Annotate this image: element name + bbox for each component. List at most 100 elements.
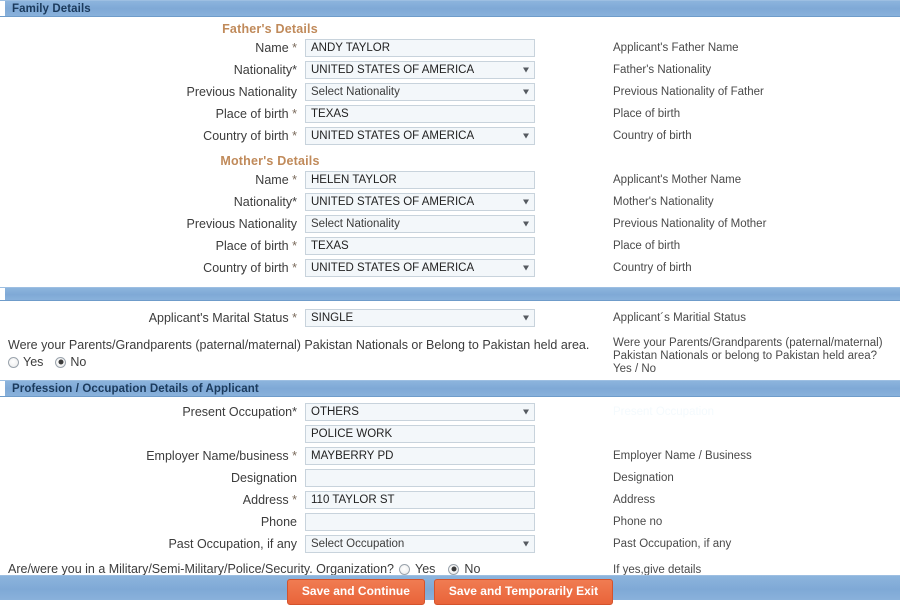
radio-group-pakistan-nationals: Yes No [8,354,600,370]
input-employer-name[interactable]: MAYBERRY PD [305,447,535,465]
radio-label-military-yes[interactable]: Yes [415,562,435,576]
section-header-family-details: Family Details [0,0,900,17]
radio-pakistan-yes[interactable] [8,356,19,368]
chevron-down-icon [523,199,529,205]
form-row-father-previous-nationality: Previous Nationality Select Nationality … [0,83,900,105]
label-mother-nationality: Nationality* [233,195,297,209]
hint-marital-status: Applicant´s Maritial Status [613,312,746,324]
radio-label-military-no[interactable]: No [464,562,480,576]
input-mother-place-of-birth[interactable]: TEXAS [305,237,535,255]
save-and-temporarily-exit-button[interactable]: Save and Temporarily Exit [433,579,614,605]
select-father-nationality[interactable]: UNITED STATES OF AMERICA [305,61,535,79]
form-row-mother-nationality: Nationality* UNITED STATES OF AMERICA Mo… [0,193,900,215]
label-address: Address * [242,493,297,507]
hint-address: Address [613,494,656,506]
select-value: UNITED STATES OF AMERICA [311,130,475,142]
input-phone[interactable] [305,513,535,531]
form-row-present-occupation-other: POLICE WORK [0,425,900,447]
chevron-down-icon [523,541,529,547]
select-value: OTHERS [311,406,359,418]
hint-present-occupation: Present Occupation [613,406,715,418]
form-row-employer-name: Employer Name/business * MAYBERRY PD Emp… [0,447,900,469]
input-father-name[interactable]: ANDY TAYLOR [305,39,535,57]
select-value: UNITED STATES OF AMERICA [311,196,475,208]
hint-father-nationality: Father's Nationality [613,64,712,76]
label-marital-status: Applicant's Marital Status * [148,311,297,325]
select-mother-country-of-birth[interactable]: UNITED STATES OF AMERICA [305,259,535,277]
label-father-name: Name * [255,41,297,55]
label-employer-name: Employer Name/business * [146,449,297,463]
select-value: Select Nationality [311,86,400,98]
footer-action-bar: Save and Continue Save and Temporarily E… [0,575,900,605]
hint-designation: Designation [613,472,674,484]
input-address[interactable]: 110 TAYLOR ST [305,491,535,509]
label-past-occupation: Past Occupation, if any [168,537,297,551]
form-row-past-occupation: Past Occupation, if any Select Occupatio… [0,535,900,557]
required-marker: * [292,41,297,55]
chevron-down-icon [523,67,529,73]
required-marker: * [292,261,297,275]
form-row-mother-name: Name * HELEN TAYLOR Applicant's Mother N… [0,171,900,193]
section-divider-bar [0,287,900,301]
select-value: SINGLE [311,312,354,324]
family-details-body: Father's Details Name * ANDY TAYLOR Appl… [0,17,900,287]
label-military-question: Are/were you in a Military/Semi-Military… [8,562,395,576]
radio-military-yes[interactable] [399,563,411,575]
hint-pakistan-nationals-question: Were your Parents/Grandparents (paternal… [613,337,883,375]
subheading-fathers-details: Father's Details [222,22,318,36]
radio-military-no[interactable] [448,563,460,575]
input-present-occupation-other[interactable]: POLICE WORK [305,425,535,443]
select-present-occupation[interactable]: OTHERS [305,403,535,421]
hint-past-occupation: Past Occupation, if any [613,538,732,550]
form-row-father-nationality: Nationality* UNITED STATES OF AMERICA Fa… [0,61,900,83]
select-father-previous-nationality[interactable]: Select Nationality [305,83,535,101]
hint-phone: Phone no [613,516,663,528]
hint-mother-place-of-birth: Place of birth [613,240,681,252]
radio-label-pakistan-no[interactable]: No [70,354,86,370]
label-designation: Designation [230,471,297,485]
form-row-mother-country-of-birth: Country of birth * UNITED STATES OF AMER… [0,259,900,281]
input-designation[interactable] [305,469,535,487]
chevron-down-icon [523,89,529,95]
required-marker: * [292,107,297,121]
label-mother-previous-nationality: Previous Nationality [186,217,297,231]
form-row-father-country-of-birth: Country of birth * UNITED STATES OF AMER… [0,127,900,149]
label-mother-name: Name * [255,173,297,187]
label-father-previous-nationality: Previous Nationality [186,85,297,99]
select-father-country-of-birth[interactable]: UNITED STATES OF AMERICA [305,127,535,145]
radio-pakistan-no[interactable] [55,356,67,368]
select-marital-status[interactable]: SINGLE [305,309,535,327]
required-marker: * [292,239,297,253]
family-details-page: Family Details Father's Details Name * A… [0,0,900,605]
hint-father-place-of-birth: Place of birth [613,108,681,120]
input-father-place-of-birth[interactable]: TEXAS [305,105,535,123]
select-mother-previous-nationality[interactable]: Select Nationality [305,215,535,233]
label-present-occupation: Present Occupation* [182,405,297,419]
radio-label-pakistan-yes[interactable]: Yes [23,354,43,370]
label-father-nationality: Nationality* [233,63,297,77]
hint-mother-country-of-birth: Country of birth [613,262,692,274]
required-marker: * [292,449,297,463]
select-past-occupation[interactable]: Select Occupation [305,535,535,553]
form-row-marital-status: Applicant's Marital Status * SINGLE Appl… [0,309,900,331]
form-row-mother-place-of-birth: Place of birth * TEXAS Place of birth [0,237,900,259]
mothers-details-fields: Name * HELEN TAYLOR Applicant's Mother N… [0,171,900,281]
form-row-phone: Phone Phone no [0,513,900,535]
required-marker: * [292,493,297,507]
profession-details-body: Present Occupation* OTHERS Present Occup… [0,397,900,578]
select-mother-nationality[interactable]: UNITED STATES OF AMERICA [305,193,535,211]
input-mother-name[interactable]: HELEN TAYLOR [305,171,535,189]
label-mother-country-of-birth: Country of birth * [203,261,297,275]
hint-father-previous-nationality: Previous Nationality of Father [613,86,764,98]
required-marker: * [292,311,297,325]
label-pakistan-nationals-question: Were your Parents/Grandparents (paternal… [8,338,590,352]
select-value: UNITED STATES OF AMERICA [311,262,475,274]
hint-mother-name: Applicant's Mother Name [613,174,742,186]
save-and-continue-button[interactable]: Save and Continue [286,579,425,605]
marital-status-block: Applicant's Marital Status * SINGLE Appl… [0,301,900,380]
section-title-profession: Profession / Occupation Details of Appli… [12,382,259,395]
chevron-down-icon [523,315,529,321]
form-row-present-occupation: Present Occupation* OTHERS Present Occup… [0,403,900,425]
required-marker: * [292,129,297,143]
label-father-country-of-birth: Country of birth * [203,129,297,143]
